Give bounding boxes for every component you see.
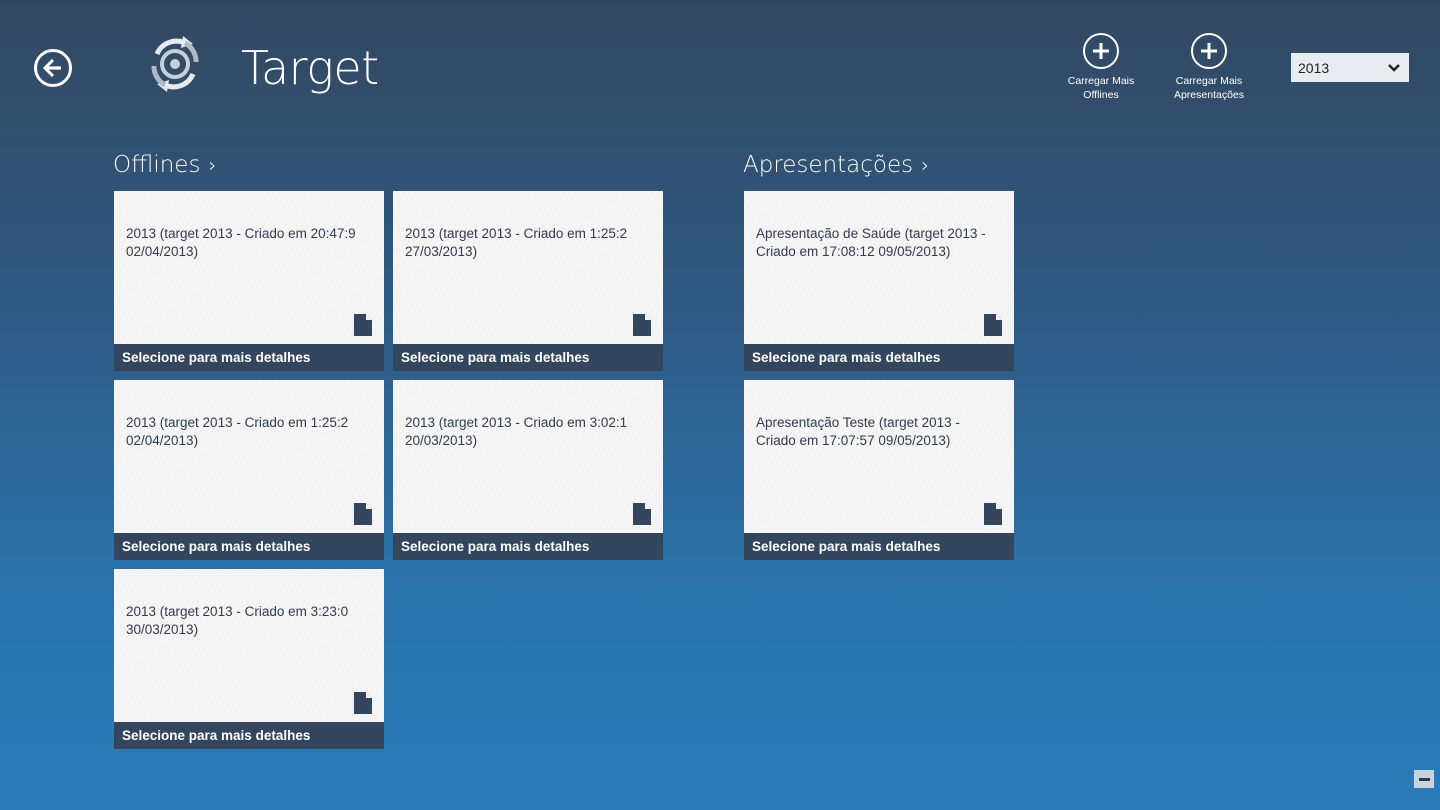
document-icon	[984, 503, 1002, 525]
load-more-presentations-label: Carregar Mais Apresentações	[1173, 75, 1245, 101]
chevron-down-icon	[1388, 63, 1400, 72]
document-icon	[633, 503, 651, 525]
tile-title: 2013 (target 2013 - Criado em 3:23:0 30/…	[126, 604, 349, 637]
presentation-tile[interactable]: Apresentação de Saúde (target 2013 - Cri…	[744, 191, 1014, 371]
document-icon	[354, 692, 372, 714]
section-title-offlines: Offlines	[113, 152, 201, 178]
arrow-left-icon	[42, 58, 61, 78]
tile-title: 2013 (target 2013 - Criado em 1:25:2 02/…	[126, 415, 349, 448]
minus-icon	[1418, 777, 1430, 781]
tile-title: Apresentação Teste (target 2013 - Criado…	[756, 415, 960, 448]
tile-footer: Selecione para mais detalhes	[114, 533, 384, 560]
presentation-tile[interactable]: Apresentação Teste (target 2013 - Criado…	[744, 380, 1014, 560]
tile-footer: Selecione para mais detalhes	[744, 344, 1014, 371]
offline-tile[interactable]: 2013 (target 2013 - Criado em 3:23:0 30/…	[114, 569, 384, 749]
load-more-offlines-label: Carregar Mais Offlines	[1067, 75, 1135, 101]
year-select-value: 2013	[1298, 59, 1330, 76]
chevron-right-icon: ›	[208, 153, 217, 177]
tile-footer: Selecione para mais detalhes	[114, 344, 384, 371]
tile-footer: Selecione para mais detalhes	[114, 722, 384, 749]
plus-circle-icon	[1083, 33, 1119, 69]
back-button[interactable]	[34, 49, 72, 87]
tile-title: 2013 (target 2013 - Criado em 3:02:1 20/…	[405, 415, 628, 448]
document-icon	[633, 314, 651, 336]
tile-title: 2013 (target 2013 - Criado em 20:47:9 02…	[126, 226, 356, 259]
offline-tile[interactable]: 2013 (target 2013 - Criado em 20:47:9 02…	[114, 191, 384, 371]
tile-title: Apresentação de Saúde (target 2013 - Cri…	[756, 226, 986, 259]
chevron-right-icon: ›	[921, 153, 930, 177]
page-title: Target	[241, 41, 379, 95]
document-icon	[984, 314, 1002, 336]
offline-tile[interactable]: 2013 (target 2013 - Criado em 1:25:2 02/…	[114, 380, 384, 560]
load-more-presentations-button[interactable]: Carregar Mais Apresentações	[1164, 33, 1254, 102]
offline-tile[interactable]: 2013 (target 2013 - Criado em 1:25:2 27/…	[393, 191, 663, 371]
plus-circle-icon	[1191, 33, 1227, 69]
section-header-offlines[interactable]: Offlines ›	[113, 148, 216, 182]
year-select[interactable]: 2013	[1291, 53, 1409, 82]
section-title-apresentacoes: Apresentações	[743, 152, 914, 178]
tile-footer: Selecione para mais detalhes	[393, 344, 663, 371]
tile-title: 2013 (target 2013 - Criado em 1:25:2 27/…	[405, 226, 628, 259]
section-header-apresentacoes[interactable]: Apresentações ›	[743, 148, 929, 182]
tile-footer: Selecione para mais detalhes	[393, 533, 663, 560]
semantic-zoom-button[interactable]	[1414, 770, 1434, 788]
document-icon	[354, 314, 372, 336]
target-logo-icon	[151, 36, 199, 92]
tile-footer: Selecione para mais detalhes	[744, 533, 1014, 560]
document-icon	[354, 503, 372, 525]
offline-tile[interactable]: 2013 (target 2013 - Criado em 3:02:1 20/…	[393, 380, 663, 560]
load-more-offlines-button[interactable]: Carregar Mais Offlines	[1056, 33, 1146, 102]
